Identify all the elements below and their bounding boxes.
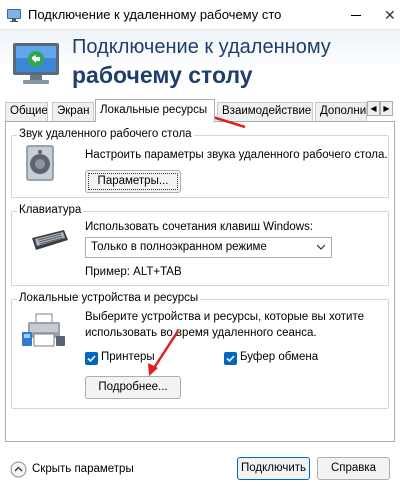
sound-settings-button[interactable]: Параметры... bbox=[85, 170, 181, 193]
clipboard-checkbox[interactable] bbox=[224, 352, 237, 365]
more-devices-button[interactable]: Подробнее... bbox=[85, 376, 181, 399]
tab-scroll-left-button[interactable]: ◀ bbox=[367, 101, 380, 116]
hide-options-label: Скрыть параметры bbox=[32, 463, 134, 475]
windows-key-combo-select[interactable]: Только в полноэкранном режиме bbox=[85, 237, 332, 258]
local-resources-panel: Звук удаленного рабочего стола Настроить… bbox=[5, 121, 395, 442]
header-banner: Подключение к удаленному рабочему столу bbox=[0, 30, 400, 96]
keyboard-group-label: Клавиатура bbox=[17, 204, 84, 216]
printers-checkbox[interactable] bbox=[85, 352, 98, 365]
clipboard-label[interactable]: Буфер обмена bbox=[240, 351, 318, 363]
tab-advanced[interactable]: Дополнит bbox=[315, 102, 367, 121]
banner-title-line1: Подключение к удаленному bbox=[72, 36, 331, 58]
checkmark-icon bbox=[226, 355, 235, 363]
tab-strip: Общие Экран Локальные ресурсы Взаимодейс… bbox=[5, 99, 395, 122]
chevron-down-icon bbox=[317, 244, 325, 250]
devices-description-line1: Выберите устройства и ресурсы, которые в… bbox=[85, 311, 365, 323]
sound-description: Настроить параметры звука удаленного раб… bbox=[85, 149, 388, 161]
devices-description-line2: использовать во время удаленного сеанса. bbox=[85, 327, 317, 339]
checkmark-icon bbox=[87, 355, 96, 363]
keyboard-group: Клавиатура Использовать сочетания клавиш… bbox=[11, 204, 389, 286]
tab-general[interactable]: Общие bbox=[5, 102, 48, 121]
window-title: Подключение к удаленному рабочему сто bbox=[28, 7, 282, 22]
connect-button[interactable]: Подключить bbox=[237, 457, 310, 480]
chevron-up-circle-icon bbox=[10, 461, 27, 477]
keyboard-icon bbox=[32, 230, 68, 250]
tab-scroll-right-button[interactable]: ▶ bbox=[380, 101, 393, 116]
help-button[interactable]: Справка bbox=[317, 457, 390, 480]
speaker-icon bbox=[26, 145, 54, 181]
title-bar: Подключение к удаленному рабочему сто ✕ bbox=[0, 0, 400, 30]
sound-group: Звук удаленного рабочего стола Настроить… bbox=[11, 128, 389, 198]
tab-experience[interactable]: Взаимодействие bbox=[217, 102, 313, 121]
tab-local-resources[interactable]: Локальные ресурсы bbox=[95, 99, 215, 122]
windows-key-combo-value: Только в полноэкранном режиме bbox=[91, 241, 267, 253]
banner-title-line2: рабочему столу bbox=[72, 62, 253, 88]
printers-label[interactable]: Принтеры bbox=[101, 351, 155, 363]
tab-display[interactable]: Экран bbox=[52, 102, 94, 121]
sound-group-label: Звук удаленного рабочего стола bbox=[17, 128, 194, 140]
minimize-icon bbox=[351, 14, 361, 16]
local-devices-group: Локальные устройства и ресурсы Выберите … bbox=[11, 292, 389, 409]
minimize-button[interactable] bbox=[333, 0, 379, 30]
remote-desktop-app-icon bbox=[7, 9, 21, 22]
hide-options-toggle[interactable]: Скрыть параметры bbox=[10, 460, 134, 478]
close-button[interactable]: ✕ bbox=[379, 0, 400, 30]
keyboard-example: Пример: ALT+TAB bbox=[85, 266, 182, 278]
keyboard-description: Использовать сочетания клавиш Windows: bbox=[85, 221, 314, 233]
local-devices-group-label: Локальные устройства и ресурсы bbox=[17, 292, 201, 304]
remote-desktop-logo-icon bbox=[13, 43, 59, 84]
devices-printer-icon bbox=[22, 313, 65, 347]
